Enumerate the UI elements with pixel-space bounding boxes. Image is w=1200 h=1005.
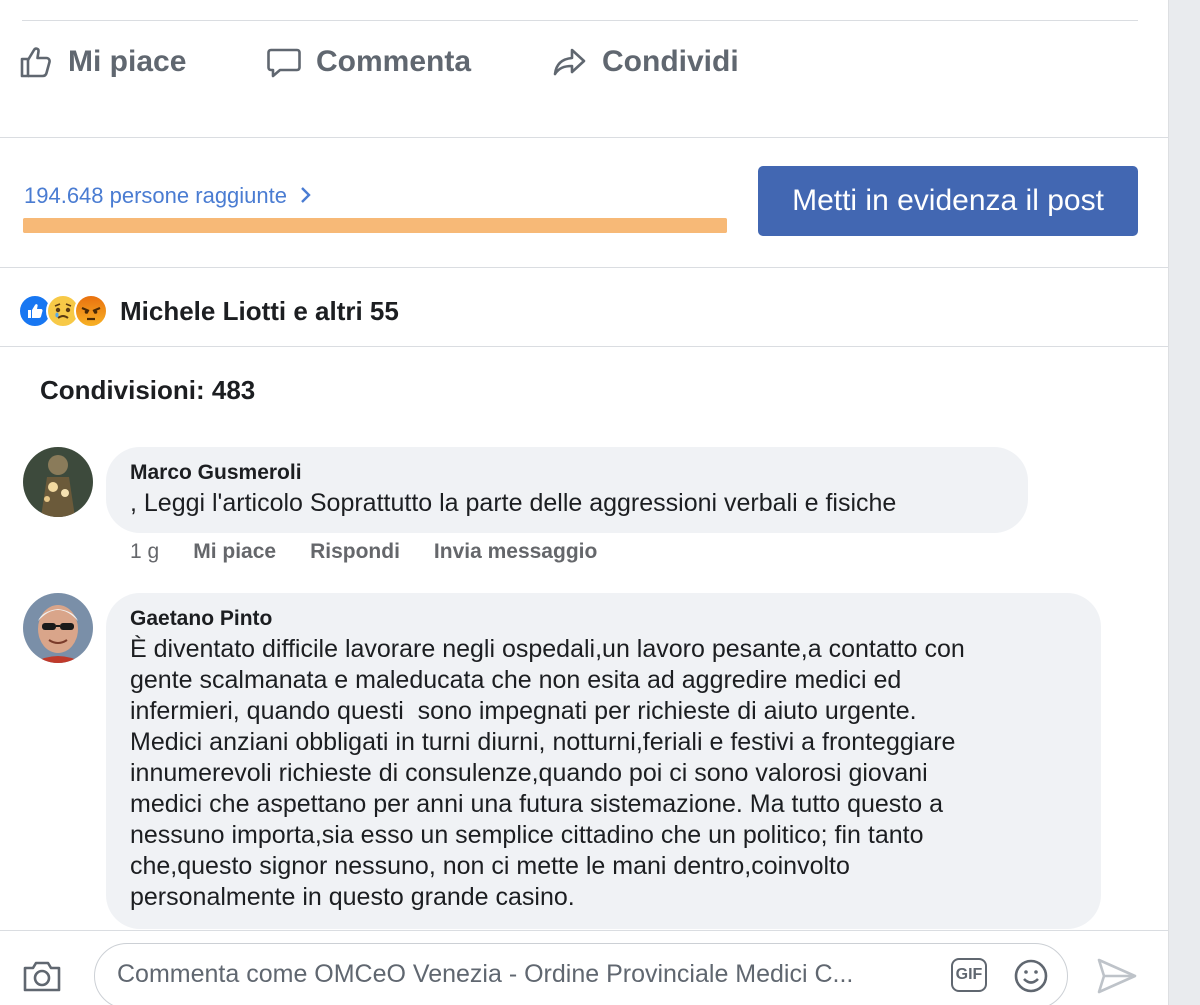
send-icon[interactable] xyxy=(1096,957,1138,995)
post-action-bar: Mi piace Commenta Condividi xyxy=(0,36,1168,88)
comment-author[interactable]: Marco Gusmeroli xyxy=(130,461,1004,485)
comment-line: infermieri, quando questi sono impegnati… xyxy=(130,697,917,725)
reaction-icons xyxy=(18,294,108,328)
comment-composer: GIF xyxy=(0,931,1168,1005)
share-button[interactable]: Condividi xyxy=(552,36,739,88)
boost-post-button[interactable]: Metti in evidenza il post xyxy=(758,166,1138,236)
reach-progress-fill xyxy=(23,218,727,233)
comment-bubble-icon xyxy=(267,48,301,78)
avatar[interactable] xyxy=(23,447,93,517)
share-arrow-icon xyxy=(553,48,586,76)
thumbs-up-icon xyxy=(20,47,51,78)
avatar[interactable] xyxy=(23,593,93,663)
reactions-summary-text: Michele Liotti e altri 55 xyxy=(120,295,399,326)
chevron-right-icon xyxy=(301,187,311,203)
send-message-link[interactable]: Invia messaggio xyxy=(434,540,597,564)
comment-line: È diventato difficile lavorare negli osp… xyxy=(130,635,965,663)
comment-line: nessuno importa,sia esso un semplice cit… xyxy=(130,821,924,849)
comment-label: Commenta xyxy=(316,45,472,78)
comment-line: gente scalmanata e maleducata che non es… xyxy=(130,666,902,694)
comment-timestamp[interactable]: 1 g xyxy=(130,540,159,564)
comment-like-link[interactable]: Mi piace xyxy=(193,540,276,564)
shares-count[interactable]: Condivisioni: 483 xyxy=(40,375,255,406)
comment-line: Medici anziani obbligati in turni diurni… xyxy=(130,728,956,756)
like-button[interactable]: Mi piace xyxy=(18,36,186,88)
camera-icon[interactable] xyxy=(22,958,62,994)
comment-author[interactable]: Gaetano Pinto xyxy=(130,607,1077,631)
comment-text: , Leggi l'articolo Soprattutto la parte … xyxy=(130,489,897,517)
divider xyxy=(0,267,1168,268)
comment-bubble: Gaetano Pinto È diventato difficile lavo… xyxy=(106,593,1101,929)
top-divider xyxy=(22,20,1138,21)
divider xyxy=(0,346,1168,347)
post-panel: Mi piace Commenta Condividi 194.648 pers… xyxy=(0,0,1168,1005)
comment-input[interactable] xyxy=(117,960,937,989)
angry-reaction-icon xyxy=(74,294,108,328)
comment-line: innumerevoli richieste di consulenze,qua… xyxy=(130,759,928,787)
share-label: Condividi xyxy=(602,45,739,78)
reach-text: 194.648 persone raggiunte xyxy=(24,183,287,208)
reach-link[interactable]: 194.648 persone raggiunte xyxy=(24,183,313,209)
reactions-summary[interactable]: Michele Liotti e altri 55 xyxy=(18,294,399,328)
comment-button[interactable]: Commenta xyxy=(266,36,471,88)
comment-input-box: GIF xyxy=(94,943,1068,1005)
comment-bubble: Marco Gusmeroli , Leggi l'articolo Sopra… xyxy=(106,447,1028,533)
comment-line: personalmente in questo grande casino. xyxy=(130,883,575,911)
comment-line: che,questo signor nessuno, non ci mette … xyxy=(130,852,850,880)
comment-text: È diventato difficile lavorare negli osp… xyxy=(130,634,1077,913)
divider xyxy=(0,137,1168,138)
comment-meta: 1 g Mi piace Rispondi Invia messaggio xyxy=(130,540,631,564)
emoji-icon[interactable] xyxy=(1013,958,1049,994)
comment-line: medici che aspettano per anni una futura… xyxy=(130,790,943,818)
comment-reply-link[interactable]: Rispondi xyxy=(310,540,400,564)
gif-icon[interactable]: GIF xyxy=(951,958,987,992)
right-gutter xyxy=(1168,0,1200,1005)
like-label: Mi piace xyxy=(68,45,187,78)
reach-progress-bar xyxy=(23,218,727,233)
